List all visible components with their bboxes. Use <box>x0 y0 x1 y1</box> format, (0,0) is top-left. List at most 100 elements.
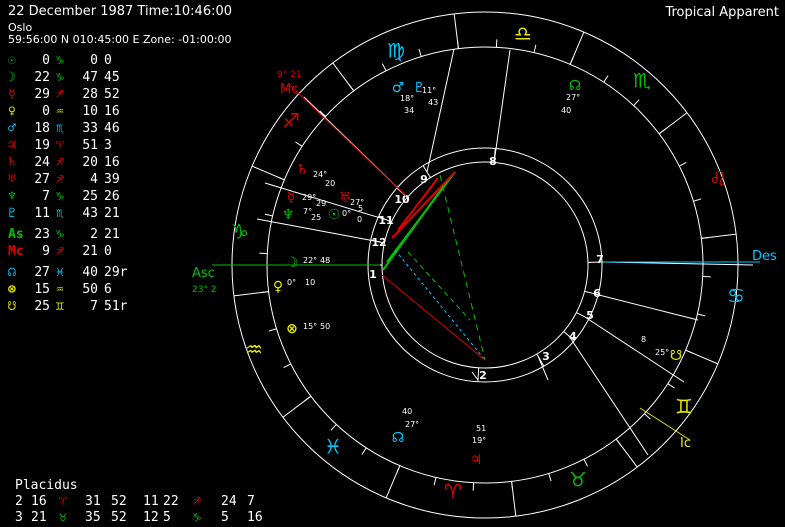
house-number: 1 <box>369 268 377 281</box>
degree-tick <box>361 447 367 455</box>
mc-axis <box>289 84 407 197</box>
degree-tick <box>693 198 702 202</box>
degree-tick <box>533 44 537 53</box>
house-cusp-line <box>594 293 699 321</box>
mc-degree: 9° 21 <box>277 70 302 80</box>
planet-minute-label: 0 <box>357 215 362 224</box>
zodiac-sign-icon: ♋ <box>727 284 745 308</box>
zodiac-sign-icon: ♈ <box>444 480 462 504</box>
house-number: 3 <box>542 350 550 363</box>
house-number: 11 <box>378 214 393 227</box>
planet-degree-label: 0° <box>287 278 296 287</box>
house-number: 12 <box>371 236 386 249</box>
degree-tick <box>685 349 694 354</box>
planet-glyph-icon: ♀ <box>273 279 283 295</box>
zodiac-sign-icon: ♍ <box>387 39 405 63</box>
zodiac-sign-icon: ♏ <box>633 69 651 93</box>
house-number: 10 <box>394 193 410 206</box>
degree-tick <box>615 438 622 446</box>
planet-minute-label: 10 <box>305 278 315 287</box>
planet-degree-label: 0° <box>342 209 351 218</box>
planet-degree-label: 15° <box>303 322 317 331</box>
planet-glyph-icon: ⊗ <box>286 321 298 337</box>
planet-glyph-icon: ☿ <box>287 190 296 206</box>
planet-minute-label: 20 <box>325 179 335 188</box>
aspect-line <box>439 174 486 361</box>
house-cusp-line <box>568 335 649 456</box>
planet-minute-label: 5 <box>358 204 363 213</box>
degree-tick <box>667 383 675 389</box>
planet-degree-label: 22° <box>303 256 317 265</box>
planet-glyph-icon: ♆ <box>282 207 295 223</box>
ic-label: Ic <box>680 436 691 451</box>
degree-tick <box>701 236 710 239</box>
planet-glyph-icon: ☉ <box>328 207 341 223</box>
planet-glyph-icon: ♄ <box>296 162 309 178</box>
astrology-chart-window: { "header": { "date_time": "22 December … <box>0 0 785 527</box>
degree-tick <box>633 99 640 106</box>
planet-degree-label: 11° <box>422 86 436 95</box>
des-label: Des <box>752 249 777 264</box>
degree-tick <box>569 56 574 65</box>
planet-degree-label: 27° <box>566 93 580 102</box>
zodiac-sign-icon: ♎ <box>514 22 532 46</box>
zodiac-sign-icon: ♐ <box>282 109 300 133</box>
house-number: 4 <box>569 330 577 343</box>
aspect-line <box>381 274 486 361</box>
degree-tick <box>511 481 514 490</box>
degree-tick <box>348 84 355 92</box>
zodiac-sign-icon: ♊ <box>675 395 693 419</box>
planet-minute-label: 43 <box>428 98 438 107</box>
degree-tick <box>583 459 589 467</box>
house-number: 9 <box>420 173 428 186</box>
degree-tick <box>697 313 706 317</box>
planet-degree-label: 24° <box>313 170 327 179</box>
degree-tick <box>381 63 387 71</box>
degree-tick <box>658 128 666 135</box>
zodiac-sign-icon: ♓ <box>324 435 342 459</box>
zodiac-sign-icon: ♌ <box>709 167 727 191</box>
planet-minute-label: 25 <box>311 213 321 222</box>
planet-degree-label: 19° <box>472 436 486 445</box>
chart-wheel: ♍♎♏♌♋♊♉♈♓♒♑♐123456789101112Asc23° 2DesMc… <box>192 11 777 519</box>
planet-minute-label: 8 <box>641 335 646 344</box>
degree-tick <box>396 465 401 474</box>
planet-minute-label: 51 <box>476 424 486 433</box>
planet-degree-label: 29° <box>302 193 316 202</box>
degree-tick <box>548 473 552 482</box>
house-number: 8 <box>489 155 497 168</box>
house-cusp-line <box>493 49 511 164</box>
degree-tick <box>268 328 277 332</box>
zodiac-sign-icon: ♑ <box>231 220 249 244</box>
mc-label: Mc <box>280 82 298 97</box>
asc-degree: 23° 2 <box>192 285 217 295</box>
degree-tick <box>679 161 687 167</box>
degree-tick <box>276 176 285 181</box>
planet-degree-label: 25° <box>655 348 669 357</box>
planet-minute-label: 48 <box>320 256 330 265</box>
zodiac-sign-icon: ♉ <box>569 468 587 492</box>
planet-minute-label: 40 <box>402 407 412 416</box>
planet-glyph-icon: ☊ <box>569 78 581 94</box>
planet-minute-label: 29 <box>316 199 326 208</box>
degree-tick <box>456 40 459 49</box>
degree-tick <box>603 75 609 83</box>
asc-label: Asc <box>192 266 215 281</box>
degree-tick <box>295 141 303 147</box>
planet-minute-label: 40 <box>561 106 571 115</box>
planet-degree-label: 27° <box>405 420 419 429</box>
house-number: 6 <box>593 287 601 300</box>
house-number: 7 <box>596 253 604 266</box>
degree-tick <box>418 48 422 57</box>
planet-glyph-icon: ☊ <box>392 430 404 446</box>
house-ring-outer <box>367 147 603 383</box>
degree-tick <box>283 363 291 369</box>
planet-minute-label: 34 <box>404 106 414 115</box>
house-number: 5 <box>586 309 594 322</box>
degree-tick <box>264 213 273 217</box>
house-number: 2 <box>479 369 487 382</box>
planet-glyph-icon: ☋ <box>670 348 682 364</box>
planet-glyph-icon: ☽ <box>286 255 299 271</box>
house-cusp-line <box>471 371 479 381</box>
planet-glyph-icon: ♃ <box>470 452 483 468</box>
